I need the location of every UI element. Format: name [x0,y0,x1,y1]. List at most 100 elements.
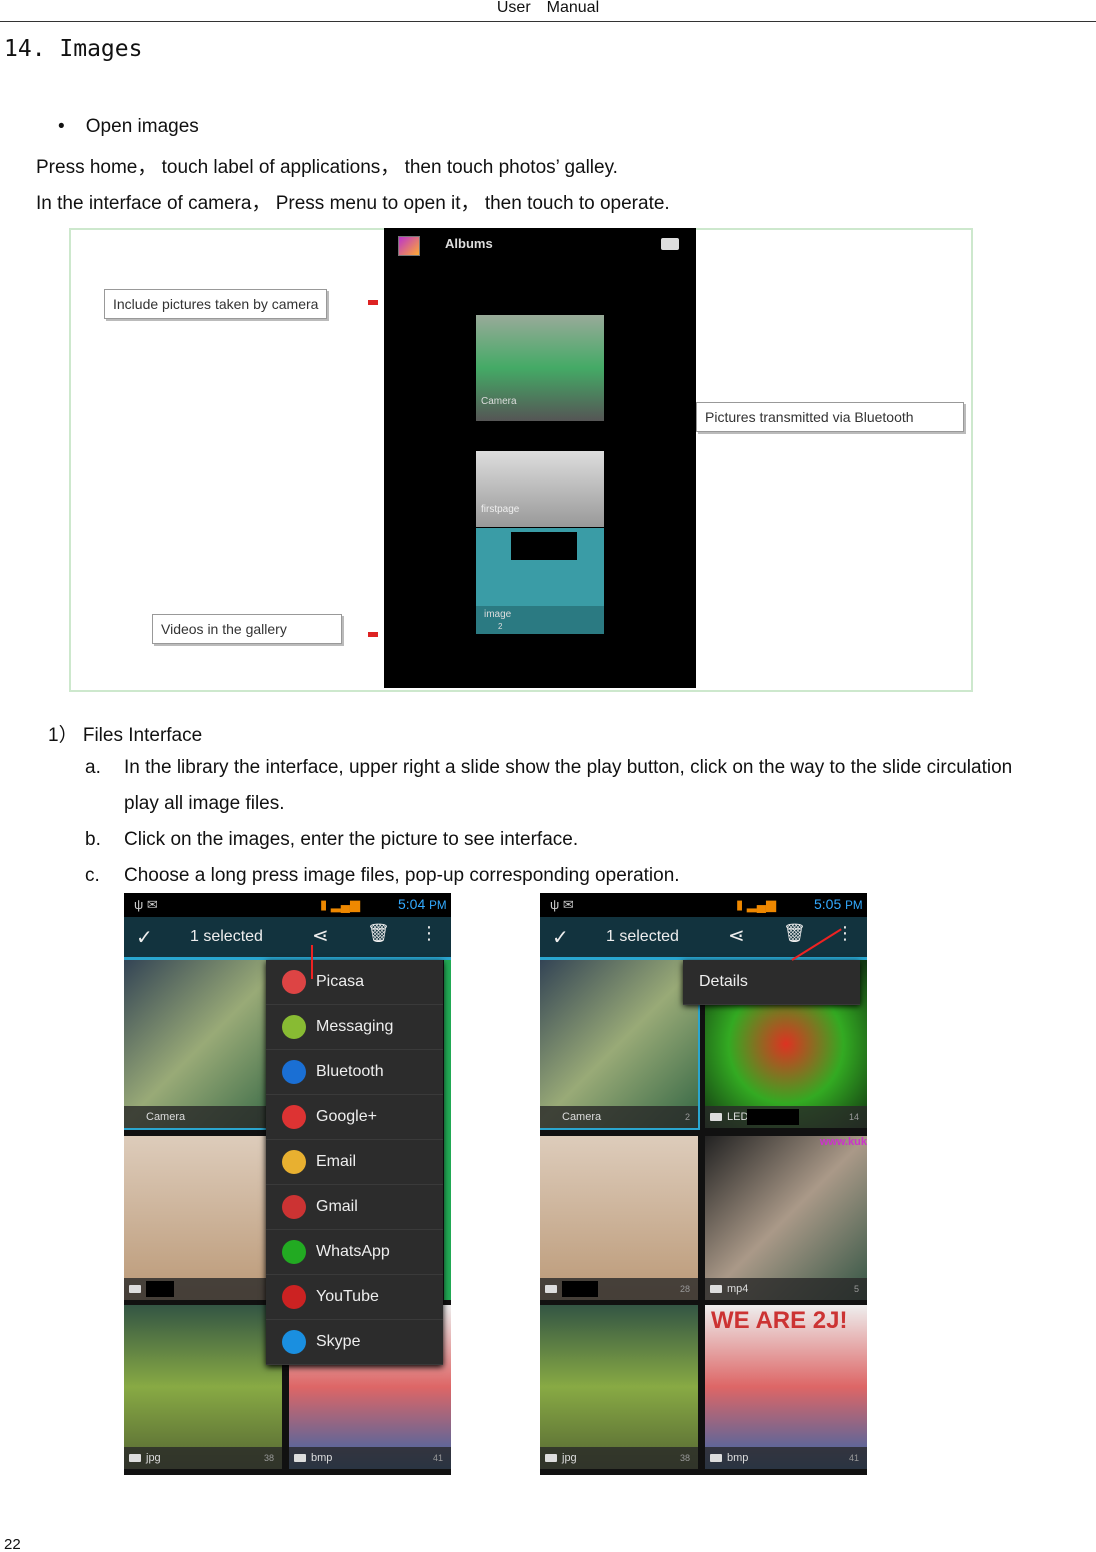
details-popup: Details [683,960,860,1005]
arrow-icon [368,300,378,305]
arrow-icon [368,632,378,637]
red-arrow-icon [311,945,313,979]
picasa-icon [282,970,306,994]
menu-item-label: Bluetooth [316,1063,384,1080]
overlay-text: WE ARE 2J! [711,1307,848,1334]
menu-item-label: Messaging [316,1018,394,1035]
album-firstpage[interactable]: firstpage [476,451,604,527]
whatsapp-icon [282,1240,306,1264]
manual-page: User Manual 14. Images • Open images Pres… [0,0,1096,1552]
trash-icon[interactable]: 🗑 [783,923,806,944]
album-count: 2 [498,622,503,631]
clock: 5:04 PM [398,896,447,912]
menu-item-label: YouTube [316,1288,379,1305]
tile-edge [444,960,451,1300]
callout-camera: Include pictures taken by camera [104,289,328,319]
menu-item-bluetooth[interactable]: Bluetooth [266,1050,443,1095]
gallery-app-icon [398,236,420,256]
albums-title: Albums [445,236,493,251]
callout-videos: Videos in the gallery [152,614,342,644]
menu-item-label: Gmail [316,1198,358,1215]
menu-item-label: Google+ [316,1108,377,1125]
phone-details-screen: ψ ✉ ▮ ▂▄▆ 5:05 PM ✓ 1 selected ⋖ 🗑 ⋮ Cam… [540,893,867,1475]
menu-item-youtube[interactable]: YouTube [266,1275,443,1320]
list-marker: c. [85,865,100,886]
heading-number: 1） [48,725,78,746]
bluetooth-icon [282,1060,306,1084]
menu-item-whatsapp[interactable]: WhatsApp [266,1230,443,1275]
albums-screen: Albums Camera firstpage image 2 [384,228,696,688]
tile-folder[interactable]: 28 [540,1136,698,1300]
action-bar: ✓ 1 selected ⋖ 🗑 ⋮ [124,917,451,960]
share-icon[interactable]: ⋖ [728,923,745,948]
tile-bmp[interactable]: WE ARE 2J! bmp 41 [705,1305,867,1469]
camera-icon[interactable] [661,238,679,250]
album-label: image [484,609,512,620]
skype-icon [282,1330,306,1354]
menu-item-picasa[interactable]: Picasa [266,960,443,1005]
menu-item-skype[interactable]: Skype [266,1320,443,1365]
check-icon[interactable]: ✓ [136,925,153,950]
intro-line-2: In the interface of camera， Press menu t… [36,193,670,214]
overflow-menu-icon[interactable]: ⋮ [420,923,438,944]
heading-label: Files Interface [82,725,203,746]
album-image[interactable]: image 2 [476,528,604,634]
tile-jpg[interactable]: jpg 38 [124,1305,282,1469]
phone-share-screen: ψ ✉ ▮ ▂▄▆ 5:04 PM ✓ 1 selected ⋖ 🗑 ⋮ Cam… [124,893,451,1475]
tile-jpg[interactable]: jpg 38 [540,1305,698,1469]
menu-item-label: Picasa [316,973,365,990]
album-label: Camera [481,396,517,407]
trash-icon[interactable]: 🗑 [367,923,390,944]
list-marker: b. [85,829,101,850]
bullet-text: Open images [85,116,199,137]
clock: 5:05 PM [814,896,863,912]
files-heading: 1） Files Interface [48,720,202,747]
section-title: 14. Images [4,36,143,62]
usb-icon: ψ ✉ [134,897,158,912]
list-text: In the library the interface, upper righ… [124,757,1013,778]
status-bar: ψ ✉ ▮ ▂▄▆ 5:05 PM [540,893,867,917]
menu-item-label: WhatsApp [316,1243,390,1260]
tile-folder[interactable] [124,1136,282,1300]
menu-item-email[interactable]: Email [266,1140,443,1185]
page-number: 22 [4,1536,21,1552]
selected-count[interactable]: 1 selected [190,928,263,946]
menu-item-messaging[interactable]: Messaging [266,1005,443,1050]
tile-camera[interactable]: Camera [124,958,284,1130]
messaging-icon [282,1015,306,1039]
gmail-icon [282,1195,306,1219]
youtube-icon [282,1285,306,1309]
tile-mp4[interactable]: www.kuk mp4 5 [705,1136,867,1300]
signal-icon: ▮ ▂▄▆ [320,897,360,912]
list-text: Choose a long press image files, pop-up … [124,865,680,886]
header-user: User [496,0,531,16]
list-item-b: b. Click on the images, enter the picture… [85,829,578,851]
share-icon[interactable]: ⋖ [312,923,329,948]
check-icon[interactable]: ✓ [552,925,569,950]
menu-item-gmail[interactable]: Gmail [266,1185,443,1230]
overflow-menu-icon[interactable]: ⋮ [836,923,854,944]
list-item-a: a. In the library the interface, upper ri… [85,757,1012,779]
intro-line-1: Press home， touch label of applications，… [36,157,618,178]
list-item-c: c. Choose a long press image files, pop-u… [85,865,680,887]
callout-bluetooth: Pictures transmitted via Bluetooth [696,402,964,432]
usb-icon: ψ ✉ [550,897,574,912]
menu-item-label: Email [316,1153,357,1170]
page-header: User Manual [0,0,1096,22]
list-item-a-cont: play all image files. [124,793,285,814]
album-label: firstpage [481,504,520,515]
bullet-item: • Open images [58,116,199,137]
menu-item-google[interactable]: Google+ [266,1095,443,1140]
selected-count[interactable]: 1 selected [606,928,679,946]
menu-item-details[interactable]: Details [683,960,860,1005]
album-camera[interactable]: Camera [476,315,604,421]
tile-camera[interactable]: Camera 2 [540,958,700,1130]
google-icon [282,1105,306,1129]
menu-item-label: Skype [316,1333,361,1350]
list-text: Click on the images, enter the picture t… [124,829,579,850]
signal-icon: ▮ ▂▄▆ [736,897,776,912]
email-icon [282,1150,306,1174]
header-manual: Manual [546,0,600,16]
share-menu: Picasa Messaging Bluetooth Google+ Email Gmai… [266,960,443,1365]
watermark-text: www.kuk [819,1136,867,1148]
